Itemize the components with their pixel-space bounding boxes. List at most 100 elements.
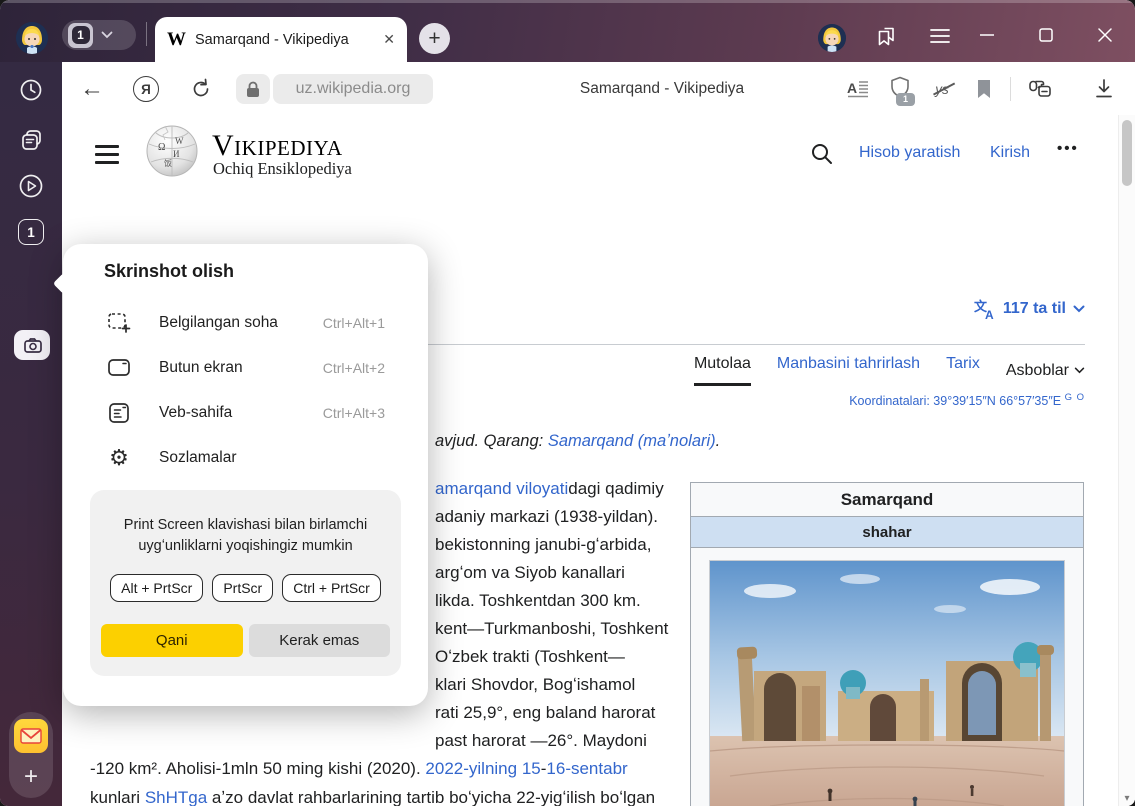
wikipedia-logo[interactable]: Ω W И 饭 <box>145 124 199 183</box>
browser-topbar: 1 W Samarqand - Vikipediya ✕ + <box>0 0 1135 62</box>
create-account-link[interactable]: Hisob yaratish <box>859 144 960 162</box>
tab-group-control[interactable]: 1 <box>62 20 136 50</box>
popup-title: Skrinshot olish <box>104 261 234 282</box>
wiki-menu-button[interactable] <box>95 145 119 164</box>
scrollbar-down-arrow[interactable]: ▾ <box>1119 793 1135 804</box>
svg-text:И: И <box>173 149 180 159</box>
collections-button[interactable] <box>870 22 898 50</box>
menu-item-label: Sozlamalar <box>159 449 385 467</box>
browser-menu-button[interactable] <box>926 22 954 50</box>
text-line: klari Shovdor, Bogʻishamol <box>435 671 668 699</box>
site-security-button[interactable] <box>236 74 270 104</box>
wiki-link[interactable]: ShHTga <box>145 788 207 806</box>
screenshot-popup: Skrinshot olish Belgilangan soha Ctrl+Al… <box>63 244 428 706</box>
menu-item-settings[interactable]: ⚙ Sozlamalar <box>63 435 428 480</box>
menu-item-selected-area[interactable]: Belgilangan soha Ctrl+Alt+1 <box>63 300 428 345</box>
refresh-button[interactable] <box>185 73 217 105</box>
notes-button[interactable] <box>17 126 45 154</box>
window-maximize-button[interactable] <box>1031 20 1061 50</box>
widget-add-button[interactable]: + <box>9 760 53 794</box>
coordinates-text: Koordinatalari: 39°39′15″N 66°57′35″E <box>849 394 1061 408</box>
address-bar[interactable]: uz.wikipedia.org <box>273 74 433 104</box>
tab-close-icon[interactable]: ✕ <box>383 31 395 48</box>
bookmark-button[interactable] <box>968 73 1000 105</box>
avatar-icon <box>818 24 846 52</box>
wiki-search-button[interactable] <box>810 142 836 168</box>
minimize-icon <box>980 33 994 37</box>
new-tab-button[interactable]: + <box>419 23 450 54</box>
password-manager-button[interactable] <box>1024 73 1056 105</box>
language-count: 117 ta til <box>1003 300 1066 318</box>
dismiss-button[interactable]: Kerak emas <box>249 624 391 657</box>
profile-avatar-small[interactable] <box>818 24 846 52</box>
back-button[interactable]: ← <box>76 73 108 105</box>
tab-read[interactable]: Mutolaa <box>694 355 751 386</box>
text-line: bekistonning janubi-gʻarbida, <box>435 531 668 559</box>
window-minimize-button[interactable] <box>972 20 1002 50</box>
close-icon <box>1098 28 1112 42</box>
chevron-down-icon <box>1074 367 1085 374</box>
key-chip: Ctrl + PrtScr <box>282 574 381 602</box>
hint-text: Print Screen klavishasi bilan birlamchi … <box>90 515 401 557</box>
wikipedia-favicon: W <box>167 29 186 51</box>
ad-blocker-button[interactable]: 1 <box>884 73 916 105</box>
downloads-button[interactable] <box>1088 73 1120 105</box>
key-chip: PrtScr <box>212 574 273 602</box>
hatnote: avjud. Qarang: Samarqand (maʼnolari). <box>435 432 720 451</box>
yandex-search-button[interactable]: Я <box>130 73 162 105</box>
enable-button[interactable]: Qani <box>101 624 243 657</box>
wiki-wordmark[interactable]: Vikipediya <box>212 131 343 161</box>
menu-item-web-page[interactable]: Veb-sahifa Ctrl+Alt+3 <box>63 390 428 435</box>
coordinates-sup: G O <box>1065 392 1085 403</box>
turbo-disabled-button[interactable]: ys <box>926 73 958 105</box>
article-paragraph: amarqand viloyatidagi qadimiy adaniy mar… <box>435 475 668 755</box>
menu-item-label: Belgilangan soha <box>159 314 323 332</box>
hatnote-link[interactable]: Samarqand (maʼnolari) <box>548 432 716 450</box>
wikipedia-globe-icon: Ω W И 饭 <box>145 124 199 178</box>
back-arrow-icon: ← <box>80 75 104 103</box>
language-icon: 文 A <box>974 298 996 320</box>
wiki-link[interactable]: 2022-yilning 15 <box>425 759 540 778</box>
turbo-disabled-icon: ys <box>935 82 949 97</box>
collections-icon <box>872 24 896 48</box>
profile-avatar[interactable] <box>16 22 48 54</box>
history-button[interactable] <box>17 76 45 104</box>
hatnote-text: avjud. Qarang: <box>435 432 548 450</box>
menu-item-shortcut: Ctrl+Alt+3 <box>323 405 385 421</box>
menu-item-label: Butun ekran <box>159 359 323 377</box>
menu-item-shortcut: Ctrl+Alt+1 <box>323 315 385 331</box>
wiki-more-button[interactable]: ••• <box>1057 140 1079 157</box>
registan-photo[interactable] <box>709 560 1065 806</box>
toolbar-divider <box>1010 77 1011 101</box>
yandex-mail-button[interactable] <box>14 719 48 753</box>
url-text: uz.wikipedia.org <box>296 80 411 98</box>
active-tab[interactable]: W Samarqand - Vikipediya ✕ <box>155 17 407 62</box>
media-play-button[interactable] <box>17 172 45 200</box>
login-link[interactable]: Kirish <box>990 144 1030 162</box>
refresh-icon <box>190 78 212 100</box>
key-chip: Alt + PrtScr <box>110 574 203 602</box>
page-scrollbar[interactable]: ▾ <box>1118 115 1135 806</box>
avatar-icon <box>16 22 48 54</box>
menu-item-full-screen[interactable]: Butun ekran Ctrl+Alt+2 <box>63 345 428 390</box>
full-screen-icon <box>106 355 132 381</box>
wiki-link[interactable]: 16-sentabr <box>546 759 627 778</box>
screenshot-tool-button[interactable] <box>14 330 50 360</box>
tab-edit-source[interactable]: Manbasini tahrirlash <box>777 355 920 386</box>
tab-tools-label: Asboblar <box>1006 362 1069 380</box>
bookmark-icon <box>976 79 992 99</box>
tab-history[interactable]: Tarix <box>946 355 980 386</box>
shield-badge: 1 <box>896 93 915 106</box>
key-icon <box>1027 78 1053 100</box>
text-line: rati 25,9°, eng baland harorat <box>435 699 668 727</box>
hamburger-icon <box>930 28 950 44</box>
gear-icon: ⚙ <box>106 447 132 469</box>
window-close-button[interactable] <box>1090 20 1120 50</box>
tab-title: Samarqand - Vikipediya <box>195 32 377 48</box>
tab-tools[interactable]: Asboblar <box>1006 355 1085 386</box>
wiki-link[interactable]: amarqand viloyati <box>435 479 568 498</box>
scrollbar-thumb[interactable] <box>1122 120 1132 186</box>
tab-count-button[interactable]: 1 <box>18 219 44 245</box>
translate-button[interactable]: A <box>842 73 874 105</box>
infobox: Samarqand shahar <box>690 482 1084 806</box>
